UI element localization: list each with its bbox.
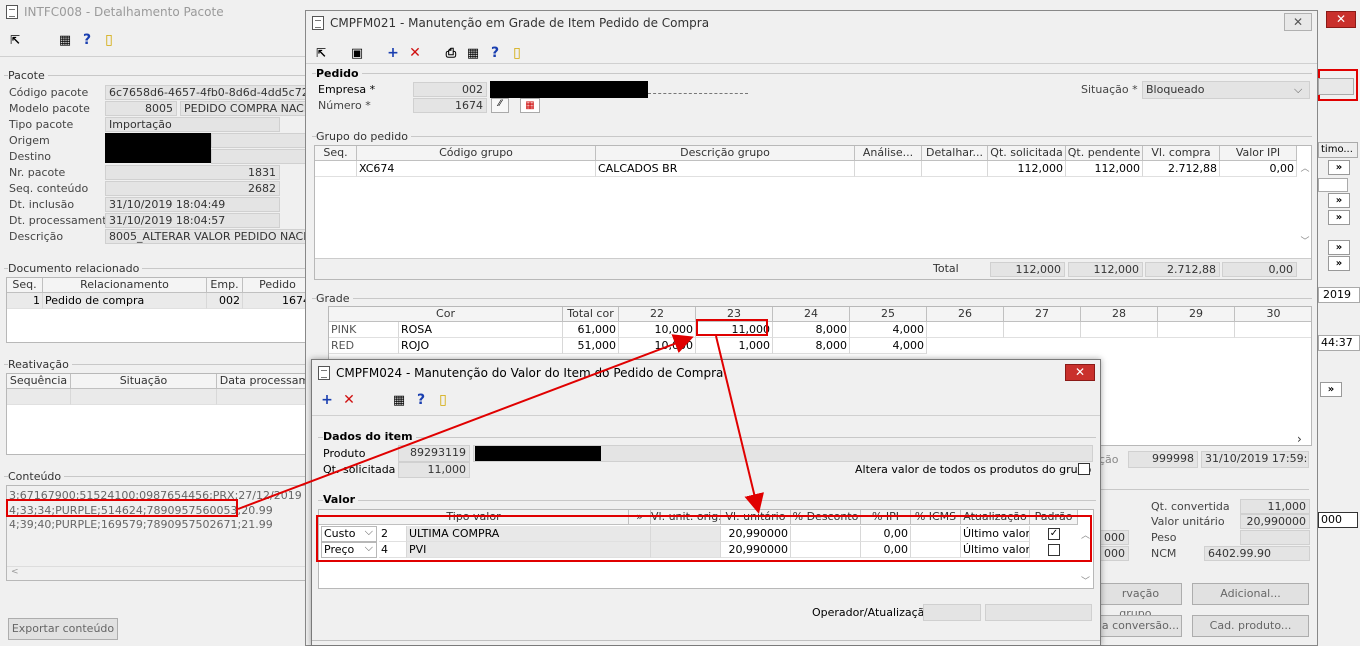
arrow-to-valor [715, 335, 764, 514]
arrow-to-grade [237, 334, 694, 510]
annotation-arrows [237, 334, 764, 514]
